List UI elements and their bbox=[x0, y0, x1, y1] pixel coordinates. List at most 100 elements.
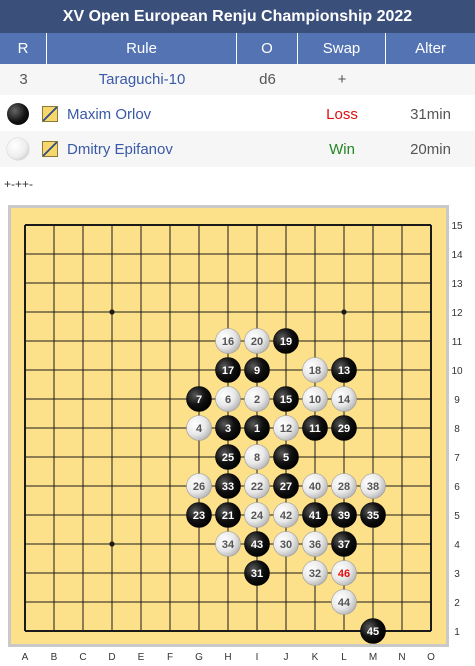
move-number-17: 17 bbox=[222, 365, 234, 377]
flag-icon bbox=[42, 106, 58, 122]
move-number-46: 46 bbox=[338, 568, 350, 580]
column-label: E bbox=[138, 652, 145, 663]
move-number-6: 6 bbox=[225, 394, 231, 406]
row-label: 10 bbox=[451, 366, 463, 377]
move-number-5: 5 bbox=[283, 452, 289, 464]
row-label: 2 bbox=[454, 598, 460, 609]
row-label: 3 bbox=[454, 569, 460, 580]
column-label: M bbox=[369, 652, 377, 663]
move-number-45: 45 bbox=[367, 626, 379, 638]
opening-value: d6 bbox=[259, 71, 276, 88]
move-number-42: 42 bbox=[280, 510, 292, 522]
board-area: A B C D E F G H I J K L M N O 15 14 13 12 11 10 9 8 7 6 5 4 3 2 1 1 2 3 4… bbox=[0, 200, 475, 666]
move-number-41: 41 bbox=[309, 510, 321, 522]
move-number-28: 28 bbox=[338, 481, 350, 493]
black-stone-icon bbox=[7, 103, 29, 125]
column-label: G bbox=[195, 652, 203, 663]
column-label: K bbox=[312, 652, 319, 663]
column-label: O bbox=[427, 652, 435, 663]
star-point bbox=[109, 309, 115, 315]
move-number-33: 33 bbox=[222, 481, 234, 493]
row-label: 12 bbox=[451, 308, 463, 319]
move-number-21: 21 bbox=[222, 510, 234, 522]
move-number-32: 32 bbox=[309, 568, 321, 580]
rule-link[interactable]: Taraguchi-10 bbox=[47, 64, 237, 95]
move-number-43: 43 bbox=[251, 539, 263, 551]
move-number-13: 13 bbox=[338, 365, 350, 377]
move-number-12: 12 bbox=[280, 423, 292, 435]
move-number-16: 16 bbox=[222, 336, 234, 348]
move-number-19: 19 bbox=[280, 336, 292, 348]
header-swap: Swap bbox=[298, 33, 386, 64]
row-label: 11 bbox=[452, 337, 463, 348]
row-label: 8 bbox=[454, 424, 460, 435]
move-number-22: 22 bbox=[251, 481, 263, 493]
move-number-26: 26 bbox=[193, 481, 205, 493]
header-rule: Rule bbox=[47, 33, 237, 64]
player-row-white: Dmitry Epifanov Win 20min bbox=[0, 131, 475, 167]
move-number-31: 31 bbox=[251, 568, 263, 580]
column-label: C bbox=[79, 652, 86, 663]
row-label: 14 bbox=[451, 250, 463, 261]
column-label: L bbox=[341, 652, 347, 663]
player-name-black[interactable]: Maxim Orlov bbox=[67, 106, 151, 123]
game-info-row: 3 Taraguchi-10 d6 + bbox=[0, 64, 475, 95]
move-number-18: 18 bbox=[309, 365, 321, 377]
moves-string: +-++- bbox=[4, 177, 34, 191]
column-label: N bbox=[398, 652, 405, 663]
move-number-25: 25 bbox=[222, 452, 234, 464]
column-label: A bbox=[22, 652, 29, 663]
star-point bbox=[109, 541, 115, 547]
move-number-44: 44 bbox=[338, 597, 351, 609]
move-number-2: 2 bbox=[254, 394, 260, 406]
move-number-3: 3 bbox=[225, 423, 231, 435]
renju-board[interactable]: A B C D E F G H I J K L M N O1514131211109876543211234… bbox=[0, 200, 475, 666]
move-number-1: 1 bbox=[254, 423, 260, 435]
move-number-10: 10 bbox=[309, 394, 321, 406]
move-number-8: 8 bbox=[254, 452, 260, 464]
column-label: I bbox=[256, 652, 259, 663]
white-stone-icon bbox=[7, 138, 29, 160]
move-number-36: 36 bbox=[309, 539, 321, 551]
move-number-40: 40 bbox=[309, 481, 321, 493]
row-label: 9 bbox=[454, 395, 460, 406]
move-number-9: 9 bbox=[254, 365, 260, 377]
move-number-37: 37 bbox=[338, 539, 350, 551]
round-value: 3 bbox=[19, 71, 28, 88]
result-white: Win bbox=[329, 140, 355, 158]
column-label: D bbox=[108, 652, 115, 663]
row-label: 5 bbox=[454, 511, 460, 522]
header-opening: O bbox=[237, 33, 298, 64]
column-label: F bbox=[167, 652, 173, 663]
column-label: B bbox=[51, 652, 58, 663]
result-black: Loss bbox=[326, 105, 358, 123]
move-number-15: 15 bbox=[280, 394, 292, 406]
move-number-27: 27 bbox=[280, 481, 292, 493]
column-label: J bbox=[284, 652, 289, 663]
header-alter: Alter bbox=[386, 33, 475, 64]
move-number-30: 30 bbox=[280, 539, 292, 551]
time-black: 31min bbox=[410, 105, 451, 123]
row-label: 4 bbox=[454, 540, 460, 551]
move-number-24: 24 bbox=[251, 510, 264, 522]
tournament-title: XV Open European Renju Championship 2022 bbox=[0, 0, 475, 33]
move-number-4: 4 bbox=[196, 423, 203, 435]
move-number-7: 7 bbox=[196, 394, 202, 406]
row-label: 6 bbox=[454, 482, 460, 493]
move-number-38: 38 bbox=[367, 481, 379, 493]
player-name-white[interactable]: Dmitry Epifanov bbox=[67, 141, 173, 158]
row-label: 1 bbox=[454, 627, 460, 638]
player-row-black: Maxim Orlov Loss 31min bbox=[0, 97, 475, 131]
row-label: 7 bbox=[454, 453, 460, 464]
move-number-20: 20 bbox=[251, 336, 263, 348]
time-white: 20min bbox=[410, 140, 451, 158]
move-number-23: 23 bbox=[193, 510, 205, 522]
move-number-39: 39 bbox=[338, 510, 350, 522]
move-number-14: 14 bbox=[338, 394, 351, 406]
flag-icon bbox=[42, 141, 58, 157]
move-number-34: 34 bbox=[222, 539, 235, 551]
swap-value: + bbox=[337, 71, 347, 88]
row-label: 15 bbox=[451, 221, 463, 232]
header-round: R bbox=[0, 33, 47, 64]
row-label: 13 bbox=[451, 279, 463, 290]
